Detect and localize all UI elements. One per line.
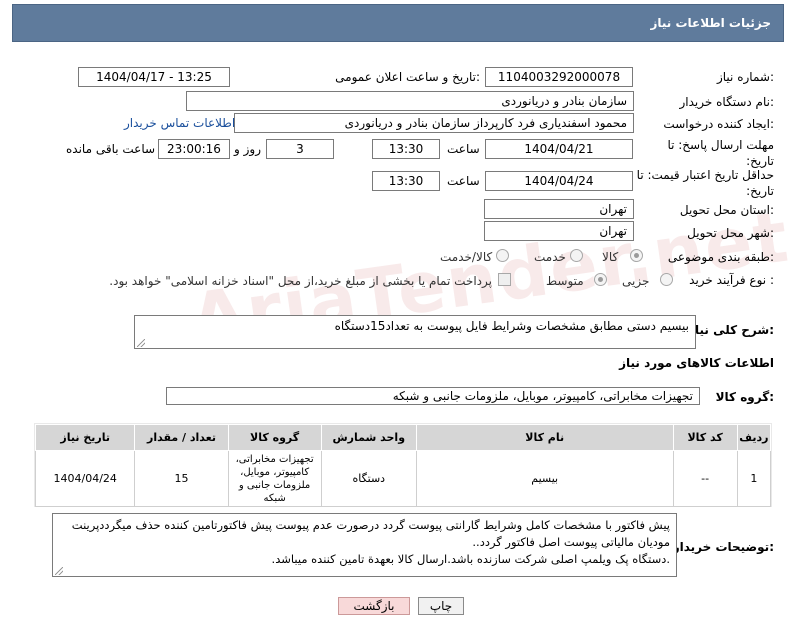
province-field[interactable]: تهران	[484, 199, 634, 219]
remaining-label: ساعت باقی مانده	[66, 142, 156, 156]
city-field[interactable]: تهران	[484, 221, 634, 241]
category-radio-service[interactable]	[570, 249, 583, 262]
buyer-notes-line-3: .دستگاه پک ویلمپ اصلی شرکت سازنده باشد.ا…	[271, 552, 670, 566]
category-option-goods: کالا	[602, 250, 619, 264]
payment-checkbox[interactable]	[498, 273, 511, 286]
cell-need-date: 1404/04/24	[34, 450, 136, 507]
col-header-quantity: تعداد / مقدار	[134, 424, 229, 451]
process-option-minor: جزیی	[622, 274, 650, 288]
province-label: استان محل تحویل:	[679, 203, 774, 217]
buyer-org-field[interactable]: سازمان بنادر و دریانوردی	[186, 91, 634, 111]
process-option-medium: متوسط	[546, 274, 584, 288]
items-table-header: ردیف کد کالا نام کالا واحد شمارش گروه کا…	[34, 424, 772, 451]
deadline-time-field[interactable]: 13:30	[372, 139, 440, 159]
watermark: AriaTender.net	[185, 195, 788, 361]
buyer-notes-label: توضیحات خریدار:	[672, 540, 774, 554]
description-text: بیسیم دستی مطابق مشخصات وشرایط فایل پیوس…	[334, 319, 689, 333]
goods-group-field[interactable]: تجهیزات مخابراتی، کامپیوتر، موبایل، ملزو…	[166, 387, 700, 405]
col-header-item-code: کد کالا	[672, 424, 738, 451]
category-option-service: خدمت	[534, 250, 566, 264]
resize-handle-icon[interactable]	[137, 339, 145, 347]
page-title: جزئیات اطلاعات نیاز	[650, 16, 771, 30]
buyer-notes-field[interactable]: پیش فاکتور با مشخصات کامل وشرایط گارانتی…	[52, 513, 677, 577]
price-valid-label: حداقل تاریخ اعتبار قیمت: تا تاریخ:	[636, 168, 774, 198]
cell-item-code: --	[672, 450, 738, 507]
process-radio-minor[interactable]	[660, 273, 673, 286]
need-number-label: شماره نیاز:	[716, 70, 774, 84]
page-header: جزئیات اطلاعات نیاز	[12, 4, 784, 42]
deadline-label: مهلت ارسال پاسخ: تا تاریخ:	[667, 138, 774, 168]
col-header-item-name: نام کالا	[415, 424, 674, 451]
buyer-contact-link[interactable]: اطلاعات تماس خریدار	[124, 116, 235, 130]
description-label: شرح کلی نیاز:	[688, 323, 774, 337]
deadline-time-label: ساعت	[447, 142, 480, 156]
goods-group-label: گروه کالا:	[715, 390, 774, 404]
col-header-row-number: ردیف	[736, 424, 772, 451]
col-header-item-group: گروه کالا	[227, 424, 322, 451]
category-label: طبقه بندی موضوعی:	[667, 250, 774, 264]
price-valid-date-field[interactable]: 1404/04/24	[485, 171, 633, 191]
print-button[interactable]: چاپ	[418, 597, 464, 615]
price-valid-time-label: ساعت	[447, 174, 480, 188]
process-radio-medium[interactable]	[594, 273, 607, 286]
process-label: نوع فرآیند خرید :	[689, 273, 774, 287]
cell-item-name: بیسیم	[415, 450, 674, 507]
items-table-container: ردیف کد کالا نام کالا واحد شمارش گروه کا…	[34, 423, 772, 507]
category-option-goods-service: کالا/خدمت	[440, 250, 493, 264]
buyer-notes-line-1: پیش فاکتور با مشخصات کامل وشرایط گارانتی…	[71, 518, 670, 532]
announce-label: تاریخ و ساعت اعلان عمومی:	[335, 70, 480, 84]
cell-unit: دستگاه	[320, 450, 417, 507]
description-field[interactable]: بیسیم دستی مطابق مشخصات وشرایط فایل پیوس…	[134, 315, 696, 349]
cell-quantity: 15	[134, 450, 229, 507]
days-label: روز و	[234, 142, 261, 156]
back-button[interactable]: بازگشت	[338, 597, 410, 615]
cell-row-number: 1	[736, 450, 772, 507]
announce-datetime-field[interactable]: 1404/04/17 - 13:25	[78, 67, 230, 87]
goods-section-title: اطلاعات کالاهای مورد نیاز	[619, 356, 774, 370]
creator-field[interactable]: محمود اسفندیاری فرد کارپرداز سازمان بناد…	[234, 113, 634, 133]
category-radio-goods[interactable]	[630, 249, 643, 262]
city-label: شهر محل تحویل:	[687, 226, 774, 240]
col-header-need-date: تاریخ نیاز	[34, 424, 136, 451]
buyer-org-label: نام دستگاه خریدار:	[679, 95, 775, 109]
days-field[interactable]: 3	[266, 139, 334, 159]
buyer-notes-line-2: مودیان مالیاتی پیوست اصل فاکتور گردد..	[472, 535, 670, 549]
category-radio-goods-service[interactable]	[496, 249, 509, 262]
need-number-field[interactable]: 1104003292000078	[485, 67, 633, 87]
deadline-date-field[interactable]: 1404/04/21	[485, 139, 633, 159]
table-row: 1 -- بیسیم دستگاه تجهیزات مخابراتی، کامپ…	[34, 450, 772, 507]
price-valid-time-field[interactable]: 13:30	[372, 171, 440, 191]
resize-handle-icon[interactable]	[55, 567, 63, 575]
payment-note: پرداخت تمام یا بخشی از مبلغ خرید،از محل …	[109, 274, 492, 288]
items-table: ردیف کد کالا نام کالا واحد شمارش گروه کا…	[34, 424, 772, 507]
creator-label: ایجاد کننده درخواست:	[663, 117, 774, 131]
col-header-unit: واحد شمارش	[320, 424, 417, 451]
cell-item-group: تجهیزات مخابراتی، کامپیوتر، موبایل، ملزو…	[227, 450, 322, 507]
remaining-time-field[interactable]: 23:00:16	[158, 139, 230, 159]
